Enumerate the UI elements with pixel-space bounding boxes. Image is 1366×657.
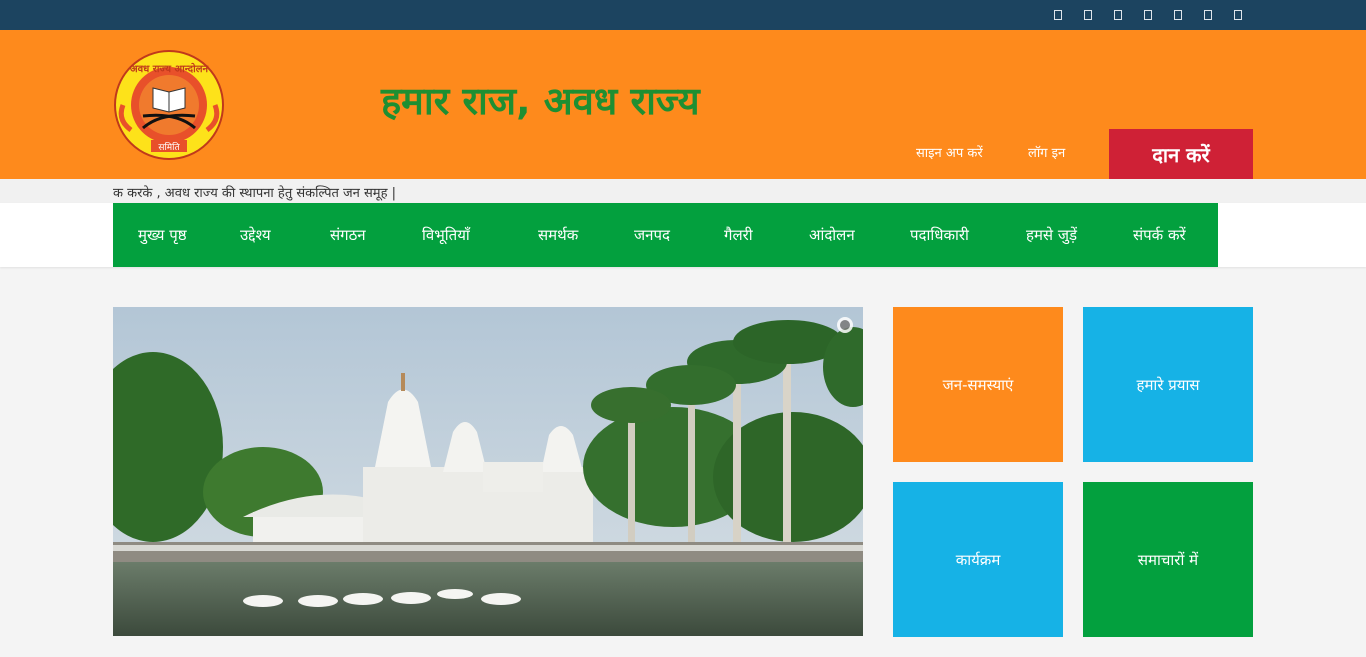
linkedin-icon[interactable] — [1142, 8, 1154, 20]
tile-label: जन-समस्याएं — [942, 375, 1014, 394]
nav-item-objectives[interactable]: उद्देश्य — [240, 225, 271, 245]
main-nav-wrapper: मुख्य पृष्ठ उद्देश्य संगठन विभूतियाँ समर… — [0, 203, 1366, 267]
top-bar — [0, 0, 1366, 30]
site-logo[interactable]: अवध राज्य आन्दोलन समिति — [113, 50, 225, 160]
facebook-icon[interactable] — [1052, 8, 1064, 20]
twitter-icon[interactable] — [1082, 8, 1094, 20]
ticker-text: क करके , अवध राज्य की स्थापना हेतु संकल्… — [113, 186, 396, 201]
nav-item-officials[interactable]: पदाधिकारी — [910, 225, 969, 245]
tile-in-news[interactable]: समाचारों में — [1083, 482, 1253, 637]
nav-item-supporters[interactable]: समर्थक — [538, 225, 578, 245]
site-title: हमार राज, अवध राज्य — [381, 79, 700, 123]
tile-label: हमारे प्रयास — [1136, 375, 1200, 394]
logo-text-top: अवध राज्य आन्दोलन — [130, 62, 209, 75]
google-plus-icon[interactable] — [1112, 8, 1124, 20]
login-link[interactable]: लॉग इन — [1028, 143, 1065, 161]
nav-item-movement[interactable]: आंदोलन — [809, 225, 855, 245]
donate-button[interactable]: दान करें — [1109, 129, 1253, 179]
image-slider[interactable] — [113, 307, 863, 636]
instagram-icon[interactable] — [1202, 8, 1214, 20]
main-nav: मुख्य पृष्ठ उद्देश्य संगठन विभूतियाँ समर… — [113, 203, 1218, 267]
nav-item-districts[interactable]: जनपद — [634, 225, 670, 245]
nav-item-join-us[interactable]: हमसे जुड़ें — [1026, 225, 1077, 245]
logo-text-bottom: समिति — [158, 141, 180, 153]
nav-item-contact[interactable]: संपर्क करें — [1133, 225, 1186, 245]
tile-label: समाचारों में — [1137, 550, 1199, 569]
youtube-icon[interactable] — [1172, 8, 1184, 20]
tile-label: कार्यक्रम — [955, 550, 1001, 569]
nav-item-home[interactable]: मुख्य पृष्ठ — [138, 225, 187, 245]
slider-pager-dot[interactable] — [837, 317, 853, 333]
nav-item-organization[interactable]: संगठन — [330, 225, 366, 245]
social-icons — [1052, 8, 1244, 20]
tile-programs[interactable]: कार्यक्रम — [893, 482, 1063, 637]
signup-link[interactable]: साइन अप करें — [916, 143, 983, 161]
tile-our-efforts[interactable]: हमारे प्रयास — [1083, 307, 1253, 462]
nav-item-personalities[interactable]: विभूतियाँ — [422, 225, 470, 245]
header: अवध राज्य आन्दोलन समिति हमार राज, अवध रा… — [0, 30, 1366, 179]
news-ticker: क करके , अवध राज्य की स्थापना हेतु संकल्… — [0, 179, 1366, 203]
nav-item-gallery[interactable]: गैलरी — [724, 225, 753, 245]
temple-photo — [113, 307, 863, 636]
tile-public-issues[interactable]: जन-समस्याएं — [893, 307, 1063, 462]
pinterest-icon[interactable] — [1232, 8, 1244, 20]
